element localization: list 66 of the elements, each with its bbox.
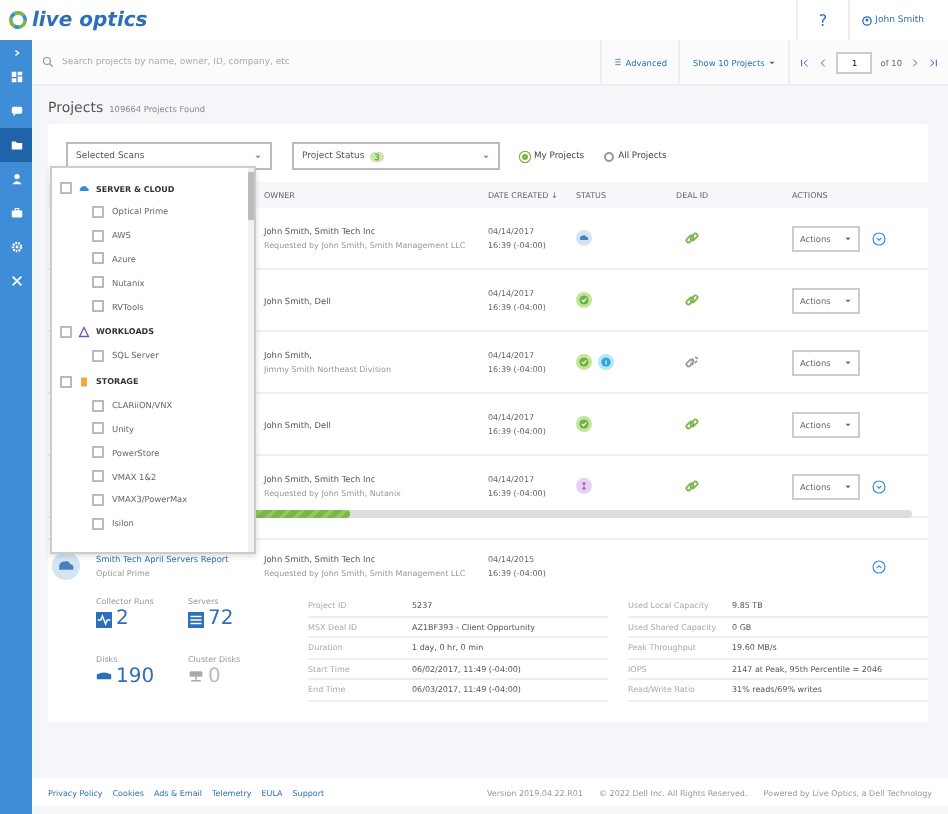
dashboard-icon (9, 70, 23, 84)
storage-icon (78, 375, 90, 388)
stat-value: 0 (208, 665, 221, 688)
filter-icon (613, 58, 622, 66)
last-page-icon[interactable] (928, 57, 938, 67)
checkbox[interactable] (92, 493, 104, 506)
expand-icon[interactable] (872, 479, 886, 493)
check-status-icon (576, 292, 592, 308)
checkbox[interactable] (60, 375, 72, 388)
checkbox[interactable] (60, 182, 72, 194)
user-icon (861, 15, 872, 25)
warning-icon (78, 325, 90, 338)
caret-icon (844, 483, 852, 489)
cloud-icon (52, 552, 80, 580)
chevron-icon (11, 47, 21, 57)
checkbox[interactable] (92, 252, 104, 265)
checkbox[interactable] (92, 300, 104, 313)
link-icon[interactable] (684, 230, 700, 246)
checkbox[interactable] (92, 399, 104, 412)
scrollbar[interactable] (248, 172, 254, 220)
caret-icon (844, 235, 852, 241)
stat-value: 72 (208, 608, 234, 630)
sidebar-item[interactable] (0, 128, 32, 162)
chat-icon (9, 104, 23, 118)
previous-page-icon[interactable] (818, 57, 829, 67)
checkbox[interactable] (92, 229, 104, 242)
checkbox[interactable] (92, 276, 104, 289)
caret-icon (844, 359, 852, 365)
broken-link-icon[interactable] (684, 354, 700, 370)
logo-icon (8, 10, 28, 30)
cloud-status-icon (576, 230, 592, 246)
checkbox[interactable] (92, 205, 104, 218)
search-icon (42, 56, 54, 68)
checkbox[interactable] (92, 349, 104, 362)
expand-icon[interactable] (872, 231, 886, 245)
first-page-icon[interactable] (800, 57, 811, 67)
caret-icon (254, 153, 262, 159)
cluster-disk-icon (188, 668, 204, 685)
cloud-icon (78, 182, 90, 194)
caret-icon (844, 421, 852, 427)
hourglass-status-icon (576, 478, 592, 494)
briefcase-icon (9, 206, 23, 220)
check-status-icon (576, 354, 592, 370)
next-page-icon[interactable] (910, 57, 920, 67)
checkbox[interactable] (92, 446, 104, 459)
link-icon[interactable] (684, 416, 700, 432)
check-status-icon (576, 416, 592, 432)
pulse-icon (96, 611, 112, 627)
link-icon[interactable] (684, 478, 700, 494)
folder-icon (9, 138, 23, 152)
checkbox[interactable] (60, 325, 72, 338)
logo-text: live optics (32, 9, 148, 31)
caret-icon (844, 297, 852, 303)
link-icon[interactable] (684, 292, 700, 308)
person-icon (9, 172, 23, 186)
logo[interactable]: live optics (8, 9, 148, 31)
stat-value: 190 (116, 665, 155, 688)
checkbox[interactable] (92, 422, 104, 435)
collapse-icon[interactable] (872, 559, 886, 573)
checkbox[interactable] (92, 517, 104, 530)
gear-icon (9, 240, 23, 254)
caret-icon (482, 153, 490, 159)
server-icon (188, 611, 204, 627)
stat-value: 2 (116, 608, 129, 630)
checkbox[interactable] (92, 470, 104, 483)
info-status-icon (598, 354, 614, 370)
